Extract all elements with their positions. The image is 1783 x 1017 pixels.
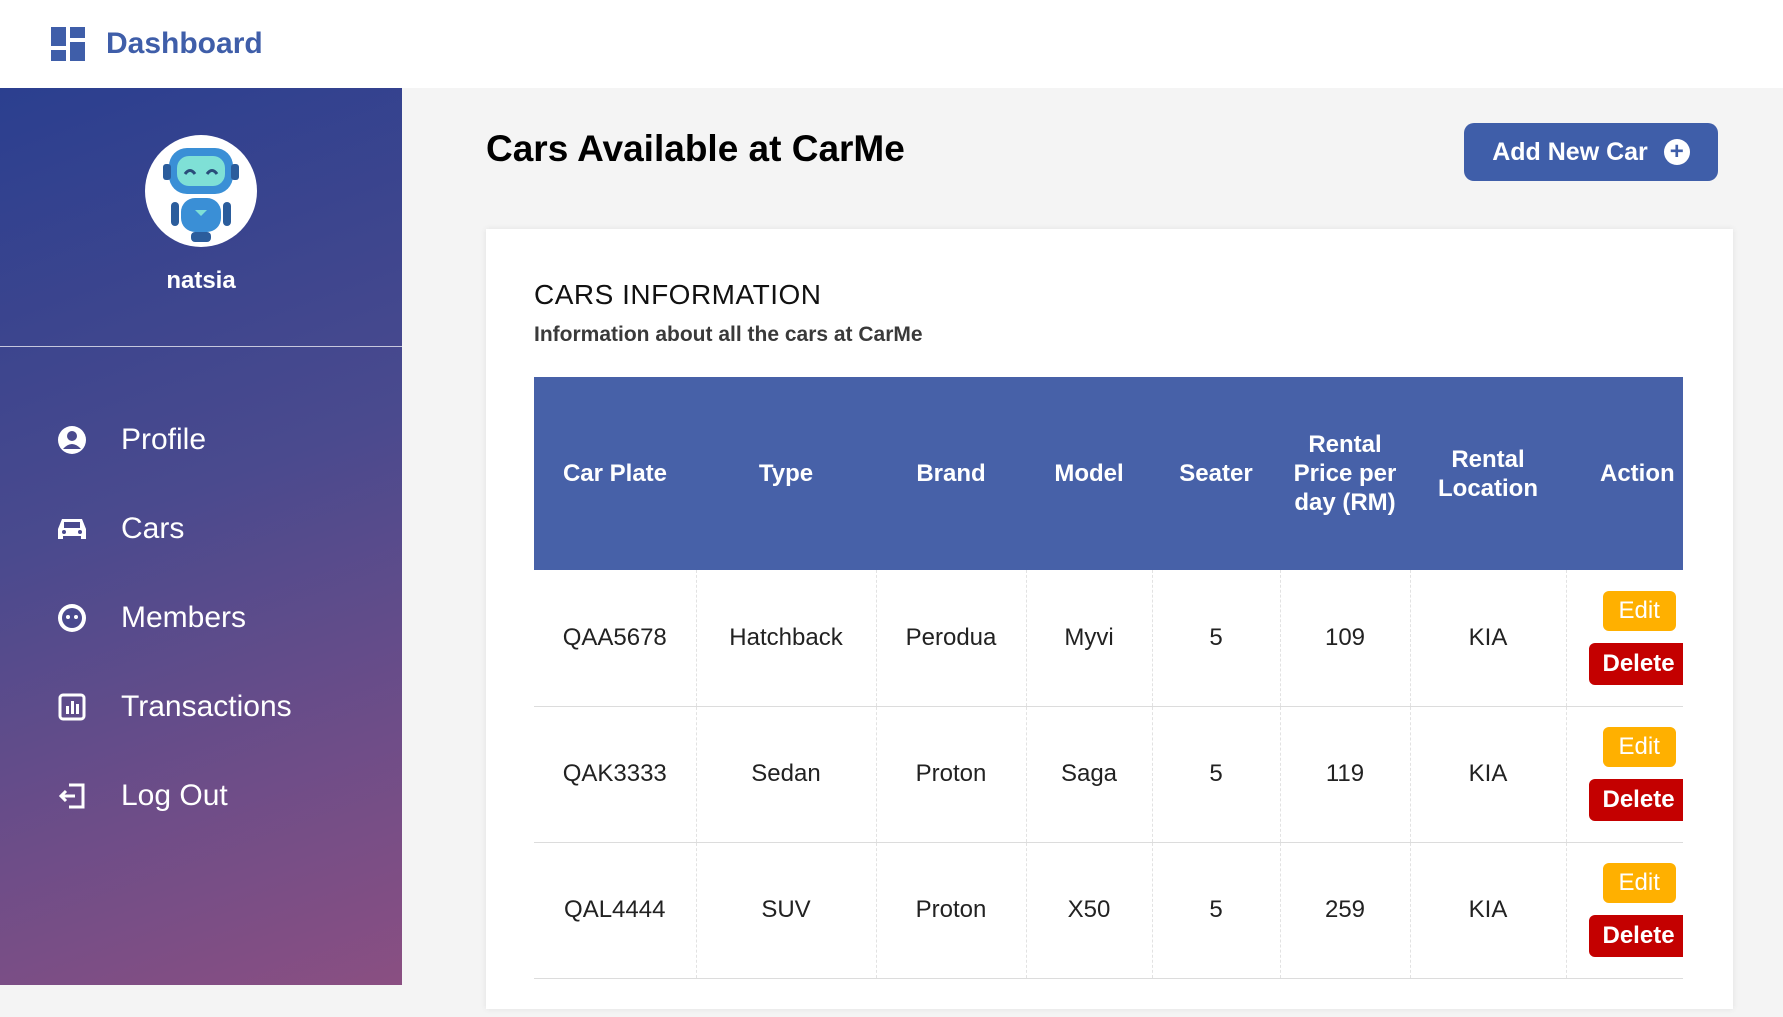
type-cell: Hatchback — [696, 570, 877, 707]
price-cell: 119 — [1280, 706, 1411, 843]
dashboard-title[interactable]: Dashboard — [106, 27, 263, 61]
model-cell: Saga — [1026, 706, 1153, 843]
table-row: QAL4444 SUV Proton X50 5 259 KIA Edit De… — [534, 842, 1683, 979]
robot-avatar-icon — [163, 148, 239, 242]
sidebar-nav: Profile Cars Members Transactions Log Ou… — [0, 347, 402, 840]
top-bar: Dashboard — [0, 0, 1783, 88]
sidebar-item-profile[interactable]: Profile — [0, 395, 402, 484]
column-header[interactable]: Type — [696, 377, 876, 570]
avatar[interactable] — [145, 135, 257, 247]
chart-bar-icon — [56, 691, 88, 723]
add-new-car-button[interactable]: Add New Car + — [1464, 123, 1718, 181]
cars-table: Car Plate Type Brand Model Seater Rental… — [534, 377, 1683, 979]
plus-circle-icon: + — [1663, 139, 1690, 165]
table-header-row: Car Plate Type Brand Model Seater Rental… — [534, 377, 1683, 570]
action-cell: Edit Delete — [1566, 570, 1683, 707]
logout-icon — [56, 780, 88, 812]
price-cell: 259 — [1280, 842, 1411, 979]
table-row: QAA5678 Hatchback Perodua Myvi 5 109 KIA… — [534, 570, 1683, 707]
action-cell: Edit Delete — [1566, 842, 1683, 979]
seater-cell: 5 — [1152, 570, 1281, 707]
dashboard-grid-icon[interactable] — [50, 26, 86, 62]
column-header[interactable]: Brand — [876, 377, 1026, 570]
sidebar-item-label: Profile — [121, 422, 207, 456]
location-cell: KIA — [1410, 570, 1567, 707]
column-header[interactable]: Rental Price per day (RM) — [1280, 377, 1410, 570]
edit-button[interactable]: Edit — [1602, 727, 1676, 767]
brand-cell: Perodua — [876, 570, 1027, 707]
user-circle-icon — [56, 424, 88, 456]
location-cell: KIA — [1410, 842, 1567, 979]
members-face-icon — [56, 602, 88, 634]
cars-table-container[interactable]: Car Plate Type Brand Model Seater Rental… — [534, 377, 1683, 1017]
car-icon — [56, 513, 88, 545]
username: natsia — [166, 267, 236, 294]
column-header[interactable]: Action — [1566, 377, 1683, 570]
page-title: Cars Available at CarMe — [486, 128, 905, 169]
edit-button[interactable]: Edit — [1602, 863, 1676, 903]
action-cell: Edit Delete — [1566, 706, 1683, 843]
location-cell: KIA — [1410, 706, 1567, 843]
sidebar-item-label: Transactions — [121, 689, 292, 723]
type-cell: Sedan — [696, 706, 877, 843]
column-header[interactable]: Rental Location — [1410, 377, 1566, 570]
card-subtitle: Information about all the cars at CarMe — [534, 323, 923, 346]
car-plate-cell: QAL4444 — [534, 842, 697, 979]
type-cell: SUV — [696, 842, 877, 979]
price-cell: 109 — [1280, 570, 1411, 707]
sidebar-item-transactions[interactable]: Transactions — [0, 662, 402, 751]
sidebar-item-label: Cars — [121, 511, 185, 545]
seater-cell: 5 — [1152, 706, 1281, 843]
table-row: QAK3333 Sedan Proton Saga 5 119 KIA Edit… — [534, 706, 1683, 843]
sidebar-item-members[interactable]: Members — [0, 573, 402, 662]
delete-button[interactable]: Delete — [1588, 642, 1683, 685]
seater-cell: 5 — [1152, 842, 1281, 979]
column-header[interactable]: Car Plate — [534, 377, 696, 570]
car-plate-cell: QAA5678 — [534, 570, 697, 707]
sidebar-item-cars[interactable]: Cars — [0, 484, 402, 573]
sidebar-item-logout[interactable]: Log Out — [0, 751, 402, 840]
model-cell: X50 — [1026, 842, 1153, 979]
column-header[interactable]: Seater — [1152, 377, 1280, 570]
delete-button[interactable]: Delete — [1588, 915, 1683, 957]
model-cell: Myvi — [1026, 570, 1153, 707]
column-header[interactable]: Model — [1026, 377, 1152, 570]
cars-info-card: CARS INFORMATION Information about all t… — [486, 229, 1733, 1009]
edit-button[interactable]: Edit — [1602, 590, 1676, 631]
sidebar: natsia Profile Cars Members Transactions — [0, 88, 402, 985]
car-plate-cell: QAK3333 — [534, 706, 697, 843]
brand-cell: Proton — [876, 706, 1027, 843]
delete-button[interactable]: Delete — [1588, 779, 1683, 821]
profile-block: natsia — [0, 88, 402, 347]
add-new-car-label: Add New Car — [1492, 137, 1648, 166]
sidebar-item-label: Members — [121, 600, 247, 634]
brand-cell: Proton — [876, 842, 1027, 979]
sidebar-item-label: Log Out — [121, 778, 228, 812]
card-title: CARS INFORMATION — [534, 279, 822, 310]
